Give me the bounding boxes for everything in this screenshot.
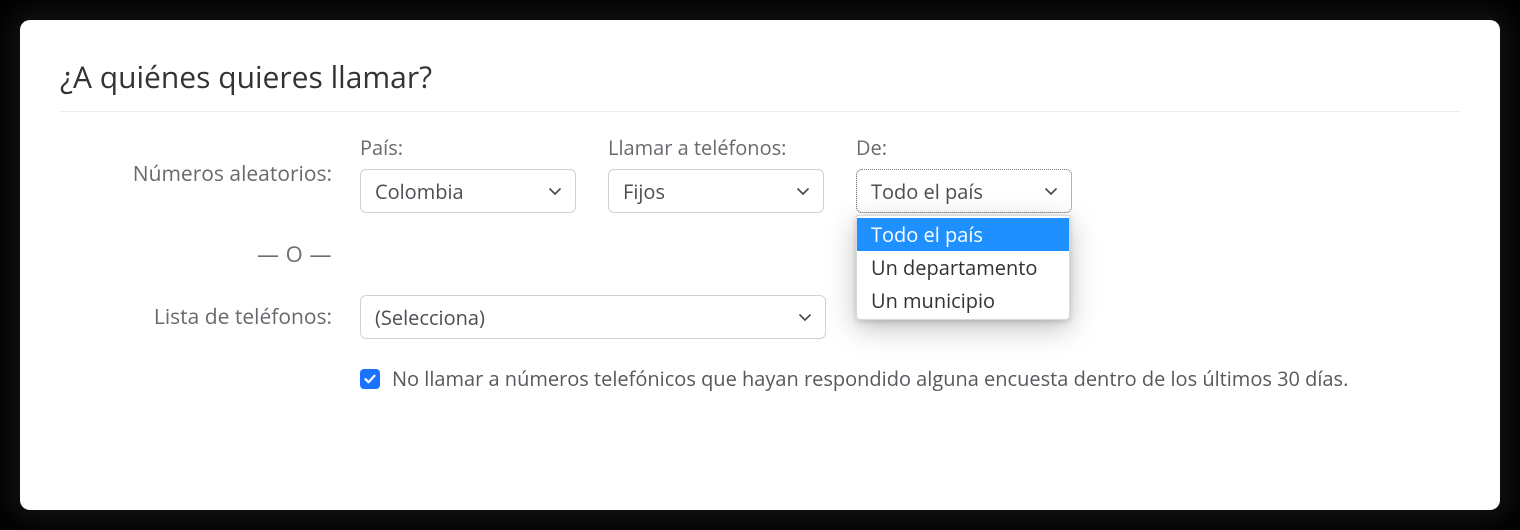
chevron-down-icon [797, 309, 813, 325]
row-exclude-recent: No llamar a números telefónicos que haya… [60, 365, 1460, 392]
divider [60, 111, 1460, 112]
select-phone-type-value: Fijos [623, 178, 665, 205]
check-icon [363, 372, 377, 386]
checkbox-cell: No llamar a números telefónicos que haya… [360, 365, 1460, 392]
dropdown-from: Todo el país Un departamento Un municipi… [856, 215, 1070, 320]
card: ¿A quiénes quieres llamar? Números aleat… [20, 20, 1500, 510]
row-random-numbers: Números aleatorios: País: Colombia Llama… [60, 134, 1460, 213]
field-from: De: Todo el país Todo el país Un departa… [856, 134, 1072, 213]
form-area: Números aleatorios: País: Colombia Llama… [60, 134, 1460, 392]
from-wrap: Todo el país Todo el país Un departament… [856, 169, 1072, 213]
field-country: País: Colombia [360, 134, 576, 213]
select-country[interactable]: Colombia [360, 169, 576, 213]
chevron-down-icon [1043, 183, 1059, 199]
or-cell: — O — [60, 239, 360, 269]
chevron-down-icon [547, 183, 563, 199]
field-phone-type: Llamar a teléfonos: Fijos [608, 134, 824, 213]
row-or: — O — [60, 239, 1460, 269]
select-from-value: Todo el país [871, 178, 983, 205]
chevron-down-icon [795, 183, 811, 199]
select-from[interactable]: Todo el país [856, 169, 1072, 213]
select-phone-list[interactable]: (Selecciona) [360, 295, 826, 339]
label-phone-type: Llamar a teléfonos: [608, 134, 824, 161]
row-phone-list: Lista de teléfonos: (Selecciona) [60, 295, 1460, 339]
label-country: País: [360, 134, 576, 161]
select-phone-type[interactable]: Fijos [608, 169, 824, 213]
select-country-value: Colombia [375, 178, 464, 205]
dropdown-option-departamento[interactable]: Un departamento [857, 251, 1069, 284]
page-title: ¿A quiénes quieres llamar? [60, 56, 1460, 97]
checkbox-exclude-recent-label: No llamar a números telefónicos que haya… [392, 365, 1348, 392]
dropdown-option-todo-pais[interactable]: Todo el país [857, 218, 1069, 251]
label-phone-list: Lista de teléfonos: [60, 303, 360, 331]
checkbox-exclude-recent-wrap[interactable]: No llamar a números telefónicos que haya… [360, 365, 1348, 392]
label-random-numbers: Números aleatorios: [60, 160, 360, 188]
select-phone-list-value: (Selecciona) [375, 304, 485, 331]
dropdown-option-municipio[interactable]: Un municipio [857, 284, 1069, 317]
or-text: — O — [257, 239, 332, 269]
checkbox-exclude-recent[interactable] [360, 369, 380, 389]
random-fields: País: Colombia Llamar a teléfonos: Fijos [360, 134, 1460, 213]
label-from: De: [856, 134, 1072, 161]
